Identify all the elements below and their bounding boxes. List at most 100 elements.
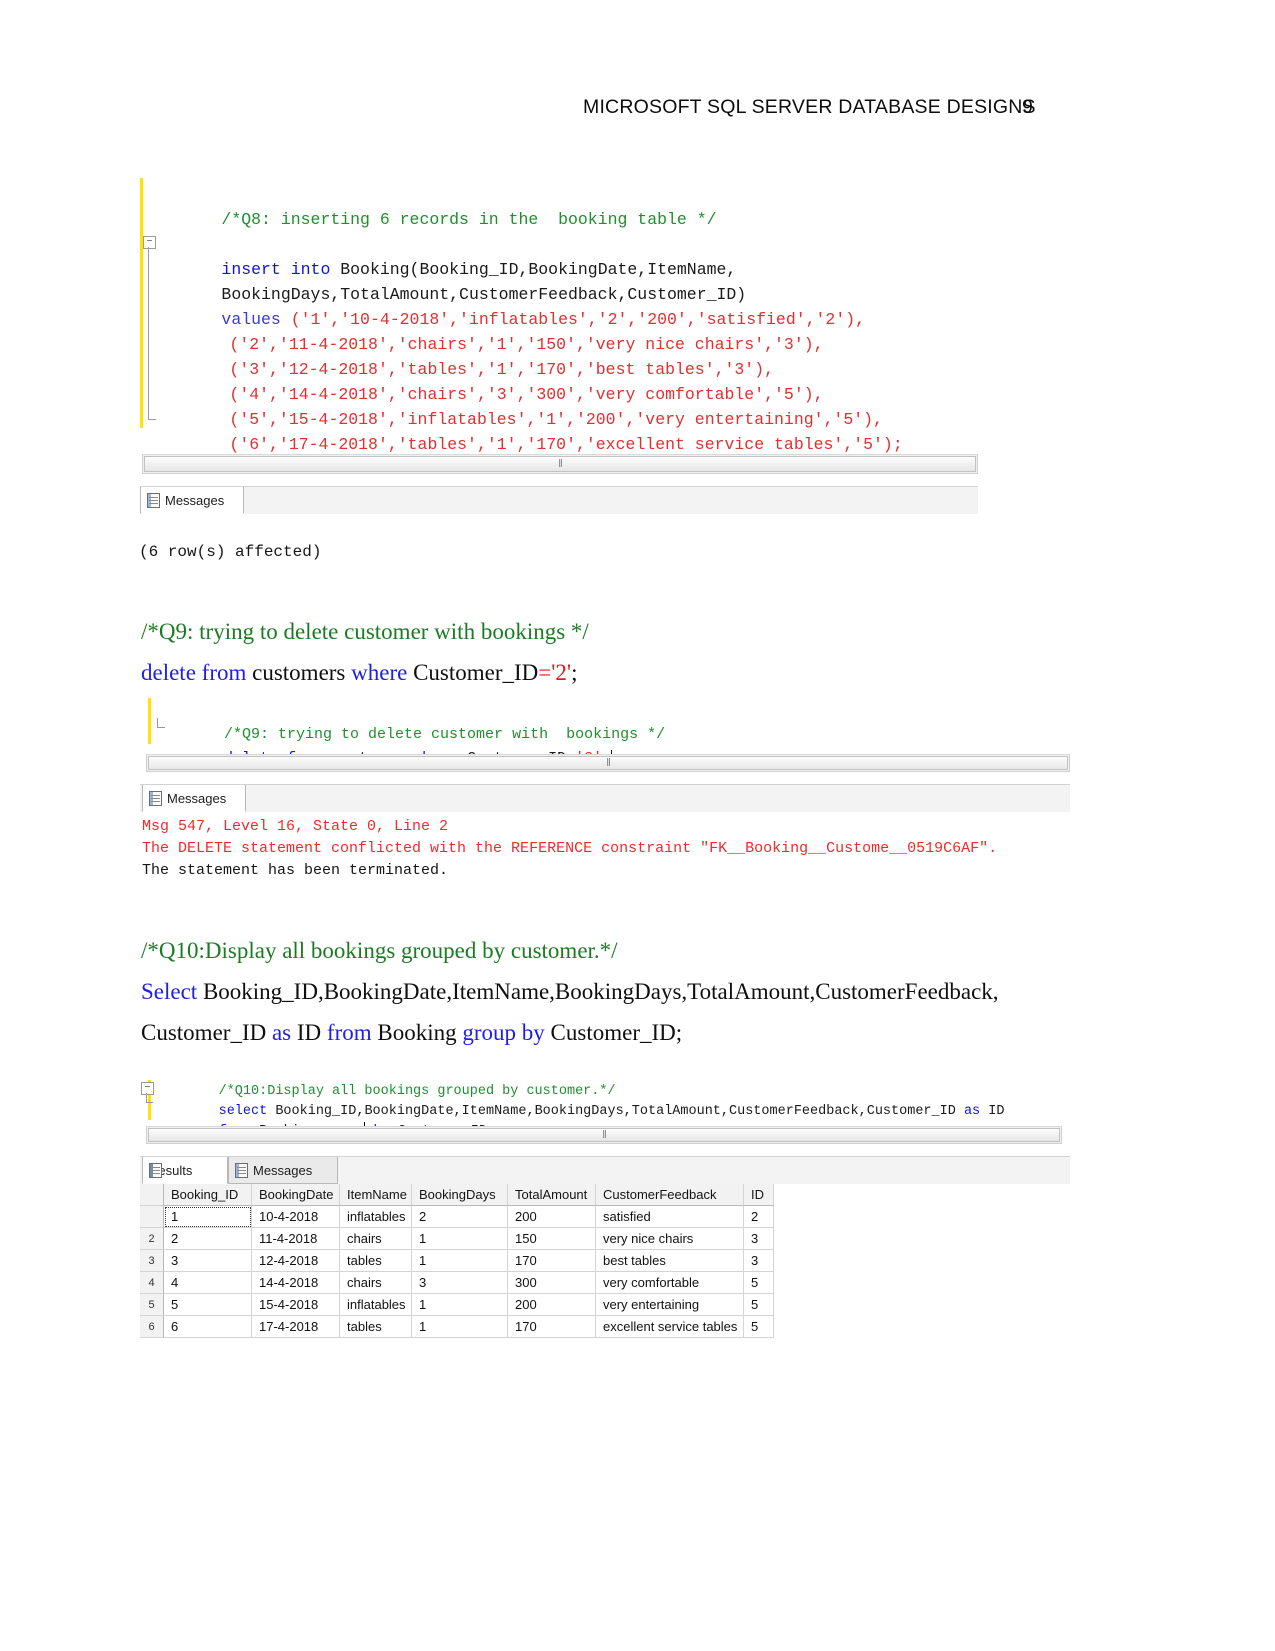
grid-column-header[interactable]: TotalAmount: [508, 1184, 596, 1206]
messages-icon: [235, 1162, 248, 1178]
grid-cell[interactable]: 15-4-2018: [252, 1294, 340, 1316]
q8-results-tabstrip[interactable]: Messages: [140, 486, 978, 514]
q10-doc-customer-id: Customer_ID: [141, 1020, 272, 1045]
grid-cell[interactable]: 3: [164, 1250, 252, 1272]
q10-tab-messages[interactable]: Messages: [228, 1157, 338, 1184]
grid-cell[interactable]: satisfied: [596, 1206, 744, 1228]
grid-header-row[interactable]: Booking_ID BookingDate ItemName BookingDays…: [140, 1184, 774, 1206]
q9-code-editor[interactable]: /*Q9: trying to delete customer with boo…: [148, 694, 1070, 767]
grid-row-header[interactable]: [140, 1184, 164, 1206]
q8-tab-messages[interactable]: Messages: [140, 487, 244, 514]
grid-row-header[interactable]: 5: [140, 1294, 164, 1316]
grid-cell[interactable]: 10-4-2018: [252, 1206, 340, 1228]
grid-cell[interactable]: tables: [340, 1250, 412, 1272]
q9-doc-column: Customer_ID: [407, 660, 539, 685]
table-row[interactable]: 4 4 14-4-2018 chairs 3 300 very comfortable 5: [140, 1272, 774, 1294]
grid-cell[interactable]: chairs: [340, 1272, 412, 1294]
q9-doc-value: '2': [551, 660, 572, 685]
q10-doc-alias: ID: [291, 1020, 327, 1045]
table-row[interactable]: 5 5 15-4-2018 inflatables 1 200 very entertain…: [140, 1294, 774, 1316]
q8-tab-messages-label: Messages: [165, 492, 225, 508]
q10-doc-statement-line-1: Select Booking_ID,BookingDate,ItemName,B…: [141, 979, 999, 1005]
q9-horizontal-scrollbar[interactable]: ‖: [146, 754, 1070, 772]
grid-row-header[interactable]: 4: [140, 1272, 164, 1294]
grid-cell[interactable]: 5: [744, 1294, 774, 1316]
grid-row-header[interactable]: 2: [140, 1228, 164, 1250]
grid-cell[interactable]: 150: [508, 1228, 596, 1250]
grid-cell[interactable]: 14-4-2018: [252, 1272, 340, 1294]
table-row[interactable]: 3 3 12-4-2018 tables 1 170 best tables 3: [140, 1250, 774, 1272]
grid-cell[interactable]: very comfortable: [596, 1272, 744, 1294]
grid-cell[interactable]: 170: [508, 1316, 596, 1338]
q10-doc-statement-line-2: Customer_ID as ID from Booking group by …: [141, 1020, 682, 1046]
q10-horizontal-scrollbar[interactable]: ‖: [146, 1126, 1062, 1144]
q10-doc-group-column: Customer_ID: [544, 1020, 676, 1045]
grid-cell[interactable]: 1: [164, 1206, 252, 1228]
grid-cell[interactable]: 3: [744, 1250, 774, 1272]
grid-cell[interactable]: very nice chairs: [596, 1228, 744, 1250]
q9-results-tabstrip[interactable]: Messages: [140, 784, 1070, 812]
table-row[interactable]: 6 6 17-4-2018 tables 1 170 excellent service t…: [140, 1316, 774, 1338]
q8-code-comment: /*Q8: inserting 6 records in the booking…: [221, 209, 717, 229]
grid-column-header[interactable]: CustomerFeedback: [596, 1184, 744, 1206]
grid-cell[interactable]: 6: [164, 1316, 252, 1338]
q9-doc-equals: =: [538, 660, 552, 685]
grid-row-header[interactable]: 6: [140, 1316, 164, 1338]
grid-cell[interactable]: 2: [412, 1206, 508, 1228]
grid-cell[interactable]: inflatables: [340, 1206, 412, 1228]
q10-tab-results[interactable]: Results: [142, 1157, 228, 1184]
grid-cell[interactable]: 1: [412, 1250, 508, 1272]
page-title: MICROSOFT SQL SERVER DATABASE DESIGNS: [583, 96, 1036, 118]
table-row[interactable]: 1 10-4-2018 inflatables 2 200 satisfied 2: [140, 1206, 774, 1228]
grid-column-header[interactable]: ItemName: [340, 1184, 412, 1206]
grid-cell[interactable]: 2: [164, 1228, 252, 1250]
q8-horizontal-scrollbar[interactable]: ‖: [142, 454, 978, 474]
grid-cell[interactable]: excellent service tables: [596, 1316, 744, 1338]
grid-cell[interactable]: 12-4-2018: [252, 1250, 340, 1272]
q9-tab-messages[interactable]: Messages: [142, 785, 246, 812]
q9-doc-table: customers: [246, 660, 352, 685]
grid-cell[interactable]: tables: [340, 1316, 412, 1338]
grid-cell[interactable]: inflatables: [340, 1294, 412, 1316]
q8-code-editor[interactable]: /*Q8: inserting 6 records in the booking…: [140, 168, 978, 454]
grid-cell[interactable]: 17-4-2018: [252, 1316, 340, 1338]
grid-cell[interactable]: 200: [508, 1294, 596, 1316]
grid-cell[interactable]: 11-4-2018: [252, 1228, 340, 1250]
grid-column-header[interactable]: BookingDays: [412, 1184, 508, 1206]
q10-code-editor[interactable]: /*Q10:Display all bookings grouped by cu…: [141, 1058, 1070, 1139]
grid-cell[interactable]: 1: [412, 1228, 508, 1250]
q8-scrollbar-thumb[interactable]: ‖: [144, 456, 976, 472]
grid-cell[interactable]: 5: [164, 1294, 252, 1316]
grid-column-header[interactable]: ID: [744, 1184, 774, 1206]
q9-error-line-3: The statement has been terminated.: [142, 862, 449, 879]
grid-column-header[interactable]: BookingDate: [252, 1184, 340, 1206]
grid-cell[interactable]: chairs: [340, 1228, 412, 1250]
grid-cell[interactable]: 3: [412, 1272, 508, 1294]
q10-doc-comment: /*Q10:Display all bookings grouped by cu…: [141, 938, 618, 963]
grid-cell[interactable]: 1: [412, 1316, 508, 1338]
grid-cell[interactable]: 1: [412, 1294, 508, 1316]
grid-cell[interactable]: 4: [164, 1272, 252, 1294]
grid-cell[interactable]: 5: [744, 1272, 774, 1294]
grid-cell[interactable]: 300: [508, 1272, 596, 1294]
q10-scrollbar-thumb[interactable]: ‖: [148, 1128, 1060, 1142]
grid-cell[interactable]: 2: [744, 1206, 774, 1228]
q8-messages-output: (6 row(s) affected): [139, 543, 322, 561]
table-row[interactable]: 2 2 11-4-2018 chairs 1 150 very nice chairs 3: [140, 1228, 774, 1250]
q10-alias: ID: [980, 1104, 1005, 1119]
grid-row-header[interactable]: 3: [140, 1250, 164, 1272]
grid-column-header[interactable]: Booking_ID: [164, 1184, 252, 1206]
q10-doc-as-keyword: as: [271, 1020, 292, 1045]
grid-cell[interactable]: 200: [508, 1206, 596, 1228]
q9-scrollbar-thumb[interactable]: ‖: [148, 756, 1068, 770]
q10-results-tabstrip[interactable]: Results Messages: [140, 1156, 1070, 1184]
grid-cell[interactable]: 3: [744, 1228, 774, 1250]
q8-values-row-6: ('6','17-4-2018','tables','1','170','exc…: [229, 434, 903, 454]
grid-cell[interactable]: 5: [744, 1316, 774, 1338]
grid-cell[interactable]: best tables: [596, 1250, 744, 1272]
q9-ssms-screenshot: /*Q9: trying to delete customer with boo…: [140, 694, 1070, 884]
grid-row-header[interactable]: [140, 1206, 164, 1228]
grid-cell[interactable]: 170: [508, 1250, 596, 1272]
grid-cell[interactable]: very entertaining: [596, 1294, 744, 1316]
results-grid[interactable]: Booking_ID BookingDate ItemName BookingDays…: [140, 1184, 774, 1344]
